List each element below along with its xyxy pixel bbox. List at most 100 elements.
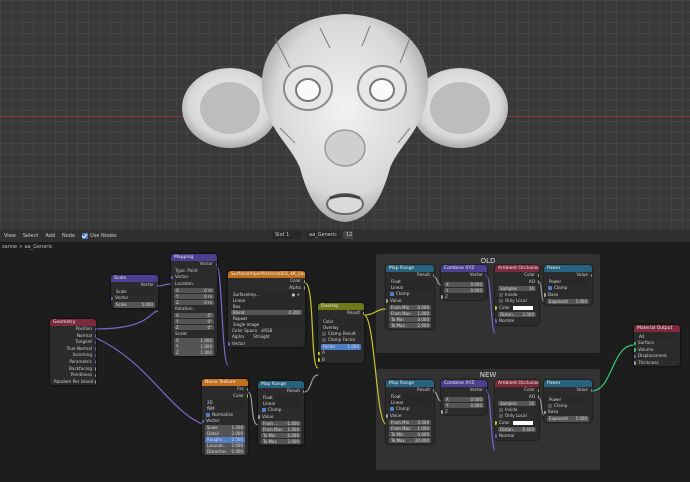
node-new-power[interactable]: Power Value Power Clamp Base Exponent 5.0… [544,380,592,423]
color-swatch[interactable] [512,305,533,310]
operation-dropdown[interactable]: Scale [114,289,155,295]
to-max-field[interactable]: To Max 2.000 [261,438,301,445]
clamp-checkbox[interactable]: Clamp [386,291,434,298]
to-min-field[interactable]: To Min 0.000 [261,432,301,439]
noise-detail-field[interactable]: Detail 2.000 [205,431,245,437]
distance-field[interactable]: Distan... 2.000 [498,311,536,318]
data-type-dropdown[interactable]: Float [389,394,431,400]
only-local-checkbox[interactable]: Only Local [495,298,539,305]
operation-dropdown[interactable]: Power [547,279,589,285]
x-field[interactable]: X 0.000 [444,396,484,403]
dimensions-dropdown[interactable]: 2D [205,399,245,406]
node-overlay-mix[interactable]: Overlay Result Color Overlay Clamp Resul… [318,303,364,364]
node-new-map-range[interactable]: Map Range Result Float Linear Clamp Valu… [386,380,434,444]
clamp-checkbox[interactable]: Clamp [544,403,592,410]
use-nodes-checkbox[interactable] [82,232,89,239]
node-noise-texture[interactable]: Noise Texture Fac Color 2D fBM Normalize… [202,379,248,456]
interpolation-dropdown[interactable]: Linear [389,400,431,406]
only-local-checkbox[interactable]: Only Local [495,413,539,420]
from-max-field[interactable]: From Max 1.000 [261,426,301,433]
projection-dropdown[interactable]: Box [231,303,302,310]
source-dropdown[interactable]: Single Image [231,321,302,328]
material-selector[interactable]: aa_Generic [306,231,340,239]
location-z[interactable]: Z0 m [174,299,214,306]
image-selector[interactable]: SurfaceImp... ▣ ✕ [231,291,302,298]
slot-dropdown[interactable]: Slot 1 [272,231,302,239]
blend-mode-dropdown[interactable]: Overlay [321,324,361,331]
data-type-dropdown[interactable]: Float [389,279,431,285]
material-users-count[interactable]: 12 [343,231,353,239]
clamp-checkbox[interactable]: Clamp [258,407,304,414]
scale-field[interactable]: Scale 5.000 [114,302,155,308]
interpolation-dropdown[interactable]: Linear [389,285,431,291]
x-field[interactable]: X 0.000 [444,281,484,288]
scale-x[interactable]: X 1.000 [174,338,214,344]
samples-field[interactable]: Samples 16 [498,285,536,292]
extension-dropdown[interactable]: Repeat [231,315,302,322]
menu-add[interactable]: Add [45,233,55,239]
from-max-field[interactable]: From Max 1.000 [389,425,431,432]
exponent-field[interactable]: Exponent 5.000 [547,298,589,305]
scale-z[interactable]: Z 1.000 [174,350,214,356]
rotation-z[interactable]: Z 0° [174,324,214,331]
clamp-checkbox[interactable]: Clamp [544,285,592,292]
node-old-power[interactable]: Power Value Power Clamp Base Exponent 5.0… [544,265,592,305]
inside-checkbox[interactable]: Inside [495,292,539,299]
alpha-mode-row[interactable]: Alpha Straight [228,334,305,341]
node-new-ambient-occlusion[interactable]: Ambient Occlusion Color AO Samples 16 Ins… [495,380,539,440]
samples-field[interactable]: Samples 16 [498,400,536,407]
3d-viewport[interactable] [0,0,690,229]
menu-node[interactable]: Node [62,233,75,239]
noise-distortion-field[interactable]: Distortion 0.000 [205,449,245,455]
location-y[interactable]: Y0 m [174,293,214,300]
node-scale[interactable]: Scale Vector Scale Vector Scale 5.000 [111,275,158,309]
node-old-combine-xyz[interactable]: Combine XYZ Vector X 0.000 Y 0.000 Z [441,265,487,301]
scale-y[interactable]: Y 1.000 [174,344,214,350]
from-min-field[interactable]: From ... -1.000 [261,420,301,427]
color-space-row[interactable]: Color Space sRGB [228,328,305,335]
to-max-field[interactable]: To Max 2.000 [389,322,431,329]
to-min-field[interactable]: To Min 0.000 [389,431,431,438]
inside-checkbox[interactable]: Inside [495,407,539,414]
input-color[interactable]: Color [495,305,539,312]
interpolation-dropdown[interactable]: Linear [231,297,302,304]
noise-type-dropdown[interactable]: fBM [205,405,245,412]
menu-view[interactable]: View [4,233,16,239]
to-min-field[interactable]: To Min 0.000 [389,316,431,323]
noise-roughness-field[interactable]: Roughn... 0.500 [205,437,245,443]
normalize-checkbox[interactable]: Normalize [202,412,248,419]
node-old-map-range[interactable]: Map Range Result Float Linear Clamp Valu… [386,265,434,329]
node-geometry[interactable]: Geometry Position Normal Tangent True No… [50,319,96,386]
operation-dropdown[interactable]: Power [547,396,589,403]
target-dropdown[interactable]: All [637,334,677,340]
distance-field[interactable]: Distan... 0.400 [498,426,536,433]
rotation-y[interactable]: Y 0° [174,318,214,325]
exponent-field[interactable]: Exponent 5.000 [547,416,589,422]
from-min-field[interactable]: From Min 0.000 [389,304,431,311]
node-mapping[interactable]: Mapping Vector Type: Point Vector Locati… [171,254,217,357]
from-max-field[interactable]: From Max 1.000 [389,310,431,317]
noise-scale-field[interactable]: Scale 1.000 [205,425,245,431]
input-color[interactable]: Color [495,420,539,427]
y-field[interactable]: Y 0.000 [444,287,484,294]
rotation-x[interactable]: X 0° [174,312,214,319]
data-type-dropdown[interactable]: Color [321,318,361,325]
clamp-result-checkbox[interactable]: Clamp Result [318,331,364,338]
color-swatch[interactable] [512,420,533,425]
menu-select[interactable]: Select [23,233,38,239]
location-x[interactable]: X0 m [174,287,214,294]
node-old-ambient-occlusion[interactable]: Ambient Occlusion Color AO Samples 16 Ins… [495,265,539,325]
type-row[interactable]: Type: Point [171,268,217,275]
from-min-field[interactable]: From Min 0.000 [389,419,431,426]
factor-field[interactable]: Factor 1.000 [321,344,361,350]
interpolation-dropdown[interactable]: Linear [261,401,301,407]
clamp-checkbox[interactable]: Clamp [386,406,434,413]
node-editor-canvas[interactable]: OLD NEW Geometry Position Normal Tangent… [0,253,690,482]
noise-lacunarity-field[interactable]: Lacunar... 2.000 [205,443,245,449]
node-map-range-noise[interactable]: Map Range Result Float Linear Clamp Valu… [258,381,304,445]
clamp-factor-checkbox[interactable]: Clamp Factor [318,337,364,344]
folder-icon[interactable]: ▣ ✕ [292,292,300,298]
node-new-combine-xyz[interactable]: Combine XYZ Vector X 0.000 Y 0.000 Z [441,380,487,416]
y-field[interactable]: Y 0.000 [444,402,484,409]
data-type-dropdown[interactable]: Float [261,395,301,401]
